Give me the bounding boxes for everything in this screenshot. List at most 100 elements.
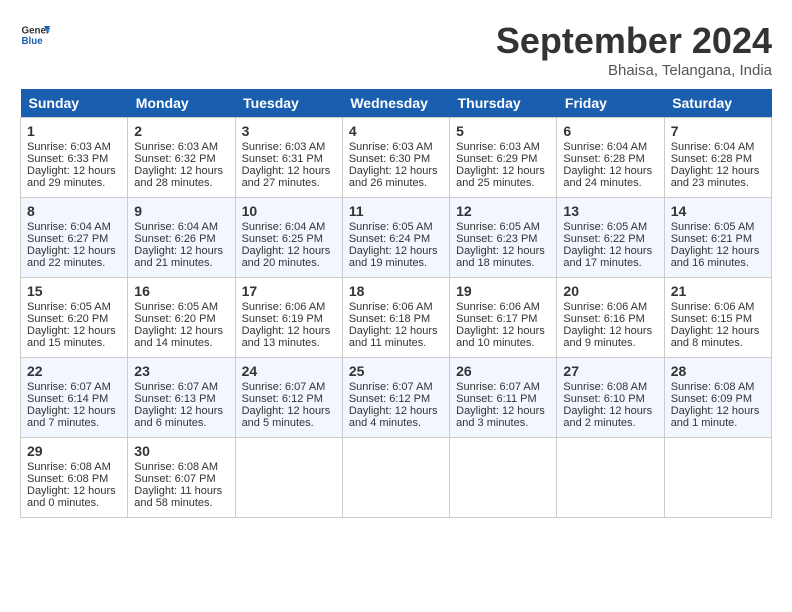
day-number: 21: [671, 283, 765, 299]
sunrise: Sunrise: 6:06 AM: [349, 301, 433, 313]
sunset: Sunset: 6:17 PM: [456, 313, 537, 325]
sunset: Sunset: 6:28 PM: [563, 153, 644, 165]
table-cell: 7Sunrise: 6:04 AMSunset: 6:28 PMDaylight…: [664, 118, 771, 198]
sunset: Sunset: 6:30 PM: [349, 153, 430, 165]
sunrise: Sunrise: 6:04 AM: [27, 221, 111, 233]
col-thursday: Thursday: [450, 89, 557, 118]
day-number: 28: [671, 363, 765, 379]
sunset: Sunset: 6:28 PM: [671, 153, 752, 165]
table-cell: 2Sunrise: 6:03 AMSunset: 6:32 PMDaylight…: [128, 118, 235, 198]
daylight: Daylight: 12 hours and 2 minutes.: [563, 405, 652, 429]
sunset: Sunset: 6:31 PM: [242, 153, 323, 165]
sunrise: Sunrise: 6:08 AM: [27, 461, 111, 473]
sunrise: Sunrise: 6:05 AM: [671, 221, 755, 233]
day-number: 2: [134, 123, 228, 139]
day-number: 13: [563, 203, 657, 219]
day-number: 27: [563, 363, 657, 379]
sunset: Sunset: 6:07 PM: [134, 473, 215, 485]
col-sunday: Sunday: [21, 89, 128, 118]
sunset: Sunset: 6:09 PM: [671, 393, 752, 405]
col-monday: Monday: [128, 89, 235, 118]
daylight: Daylight: 12 hours and 3 minutes.: [456, 405, 545, 429]
day-number: 20: [563, 283, 657, 299]
svg-text:Blue: Blue: [22, 36, 44, 47]
daylight: Daylight: 12 hours and 20 minutes.: [242, 245, 331, 269]
sunrise: Sunrise: 6:03 AM: [456, 141, 540, 153]
sunrise: Sunrise: 6:07 AM: [349, 381, 433, 393]
sunrise: Sunrise: 6:07 AM: [27, 381, 111, 393]
daylight: Daylight: 12 hours and 17 minutes.: [563, 245, 652, 269]
day-number: 18: [349, 283, 443, 299]
daylight: Daylight: 12 hours and 28 minutes.: [134, 165, 223, 189]
daylight: Daylight: 12 hours and 23 minutes.: [671, 165, 760, 189]
daylight: Daylight: 12 hours and 7 minutes.: [27, 405, 116, 429]
daylight: Daylight: 12 hours and 0 minutes.: [27, 485, 116, 509]
col-friday: Friday: [557, 89, 664, 118]
col-saturday: Saturday: [664, 89, 771, 118]
table-cell: 11 Sunrise: 6:05 AMSunset: 6:24 PMDayligh…: [342, 198, 449, 278]
table-cell: 13Sunrise: 6:05 AMSunset: 6:22 PMDayligh…: [557, 198, 664, 278]
sunset: Sunset: 6:12 PM: [349, 393, 430, 405]
title-block: September 2024 Bhaisa, Telangana, India: [496, 20, 772, 79]
table-cell: [235, 438, 342, 518]
sunrise: Sunrise: 6:03 AM: [349, 141, 433, 153]
sunset: Sunset: 6:14 PM: [27, 393, 108, 405]
table-cell: 4Sunrise: 6:03 AMSunset: 6:30 PMDaylight…: [342, 118, 449, 198]
sunrise: Sunrise: 6:05 AM: [563, 221, 647, 233]
sunset: Sunset: 6:24 PM: [349, 233, 430, 245]
sunset: Sunset: 6:25 PM: [242, 233, 323, 245]
sunrise: Sunrise: 6:03 AM: [134, 141, 218, 153]
day-number: 15: [27, 283, 121, 299]
table-cell: 8Sunrise: 6:04 AMSunset: 6:27 PMDaylight…: [21, 198, 128, 278]
sunrise: Sunrise: 6:06 AM: [242, 301, 326, 313]
sunrise: Sunrise: 6:04 AM: [671, 141, 755, 153]
sunrise: Sunrise: 6:06 AM: [563, 301, 647, 313]
col-wednesday: Wednesday: [342, 89, 449, 118]
sunrise: Sunrise: 6:06 AM: [456, 301, 540, 313]
daylight: Daylight: 12 hours and 13 minutes.: [242, 325, 331, 349]
day-number: 12: [456, 203, 550, 219]
daylight: Daylight: 12 hours and 19 minutes.: [349, 245, 438, 269]
day-number: 25: [349, 363, 443, 379]
sunrise: Sunrise: 6:08 AM: [671, 381, 755, 393]
sunset: Sunset: 6:21 PM: [671, 233, 752, 245]
day-number: 14: [671, 203, 765, 219]
table-cell: 5Sunrise: 6:03 AMSunset: 6:29 PMDaylight…: [450, 118, 557, 198]
table-cell: 16Sunrise: 6:05 AMSunset: 6:20 PMDayligh…: [128, 278, 235, 358]
table-cell: 18Sunrise: 6:06 AMSunset: 6:18 PMDayligh…: [342, 278, 449, 358]
sunset: Sunset: 6:15 PM: [671, 313, 752, 325]
sunset: Sunset: 6:29 PM: [456, 153, 537, 165]
daylight: Daylight: 12 hours and 14 minutes.: [134, 325, 223, 349]
sunrise: Sunrise: 6:03 AM: [242, 141, 326, 153]
sunset: Sunset: 6:27 PM: [27, 233, 108, 245]
day-number: 19: [456, 283, 550, 299]
day-number: 9: [134, 203, 228, 219]
sunrise: Sunrise: 6:05 AM: [349, 221, 433, 233]
day-number: 11: [349, 203, 443, 219]
day-number: 5: [456, 123, 550, 139]
sunrise: Sunrise: 6:05 AM: [456, 221, 540, 233]
col-tuesday: Tuesday: [235, 89, 342, 118]
daylight: Daylight: 12 hours and 10 minutes.: [456, 325, 545, 349]
daylight: Daylight: 12 hours and 6 minutes.: [134, 405, 223, 429]
sunset: Sunset: 6:16 PM: [563, 313, 644, 325]
table-cell: 24Sunrise: 6:07 AMSunset: 6:12 PMDayligh…: [235, 358, 342, 438]
table-cell: 30Sunrise: 6:08 AMSunset: 6:07 PMDayligh…: [128, 438, 235, 518]
daylight: Daylight: 12 hours and 22 minutes.: [27, 245, 116, 269]
daylight: Daylight: 12 hours and 24 minutes.: [563, 165, 652, 189]
sunrise: Sunrise: 6:04 AM: [563, 141, 647, 153]
day-number: 29: [27, 443, 121, 459]
table-cell: 15Sunrise: 6:05 AMSunset: 6:20 PMDayligh…: [21, 278, 128, 358]
daylight: Daylight: 12 hours and 15 minutes.: [27, 325, 116, 349]
sunrise: Sunrise: 6:08 AM: [563, 381, 647, 393]
sunset: Sunset: 6:08 PM: [27, 473, 108, 485]
sunrise: Sunrise: 6:06 AM: [671, 301, 755, 313]
table-cell: 3Sunrise: 6:03 AMSunset: 6:31 PMDaylight…: [235, 118, 342, 198]
table-cell: 19 Sunrise: 6:06 AMSunset: 6:17 PMDayligh…: [450, 278, 557, 358]
sunset: Sunset: 6:26 PM: [134, 233, 215, 245]
sunset: Sunset: 6:12 PM: [242, 393, 323, 405]
table-cell: [557, 438, 664, 518]
header-row: Sunday Monday Tuesday Wednesday Thursday…: [21, 89, 772, 118]
table-cell: 28Sunrise: 6:08 AMSunset: 6:09 PMDayligh…: [664, 358, 771, 438]
daylight: Daylight: 12 hours and 5 minutes.: [242, 405, 331, 429]
